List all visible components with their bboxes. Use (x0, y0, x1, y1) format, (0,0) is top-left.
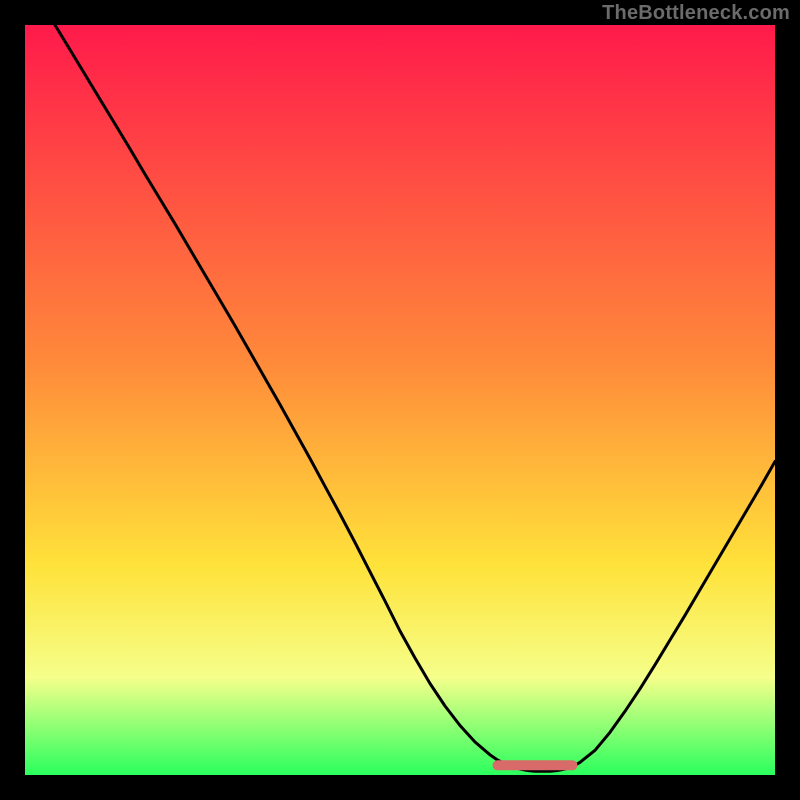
watermark-text: TheBottleneck.com (602, 2, 790, 25)
gradient-background (25, 25, 775, 775)
chart-frame: TheBottleneck.com (0, 0, 800, 800)
chart-plot-area (25, 25, 775, 775)
chart-svg (25, 25, 775, 775)
